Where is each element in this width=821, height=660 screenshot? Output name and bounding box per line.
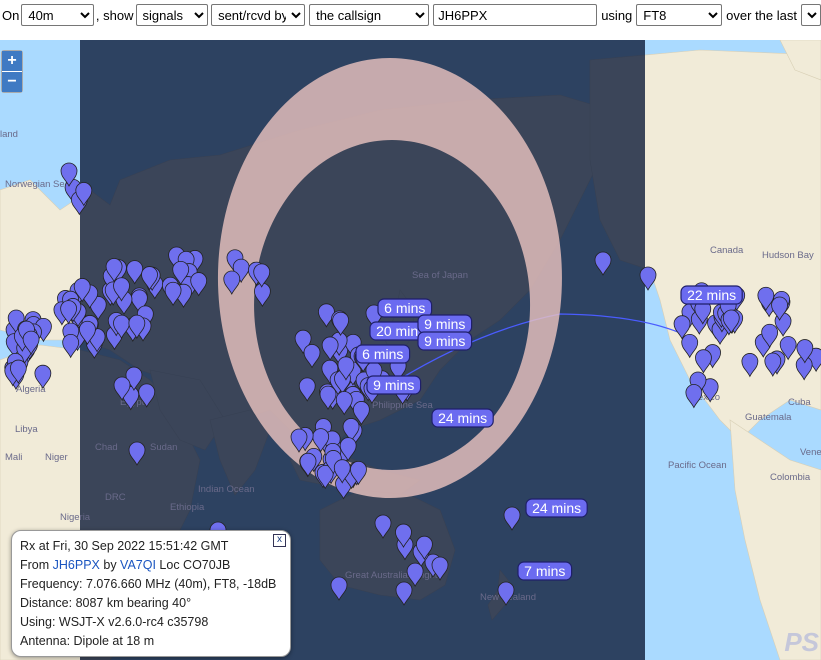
place-label: Mali: [5, 452, 22, 463]
lag-badge-text: 6 mins: [362, 346, 403, 362]
place-label: Chad: [95, 442, 118, 453]
lag-badge[interactable]: 9 mins: [417, 314, 473, 334]
from-line: From JH6PPX by VA7QI Loc CO70JB: [20, 558, 230, 572]
lag-badge[interactable]: 6 mins: [377, 298, 433, 318]
toolbar: On 40m , show signals sent/rcvd by the c…: [0, 0, 821, 30]
place-label: Hudson Bay: [762, 250, 814, 261]
watermark-logo: PS: [784, 627, 819, 657]
zoom-in-button[interactable]: +: [2, 51, 22, 72]
direction-select[interactable]: sent/rcvd by: [211, 4, 306, 26]
frequency-line: Frequency: 7.076.660 MHz (40m), FT8, -18…: [20, 577, 277, 591]
over-label: over the last: [726, 7, 797, 23]
antenna-line: Antenna: Dipole at 18 m: [20, 634, 155, 648]
place-label: Ethiopia: [170, 502, 205, 513]
rx-time: Rx at Fri, 30 Sep 2022 15:51:42 GMT: [20, 539, 229, 553]
place-label: Colombia: [770, 472, 811, 483]
lag-badge[interactable]: 9 mins: [417, 331, 473, 351]
locator-text: Loc CO70JB: [155, 558, 231, 572]
close-icon[interactable]: x: [273, 534, 286, 547]
by-callsign-link[interactable]: VA7QI: [120, 558, 156, 572]
info-popup: x Rx at Fri, 30 Sep 2022 15:51:42 GMT Fr…: [11, 530, 291, 657]
distance-line: Distance: 8087 km bearing 40°: [20, 596, 192, 610]
place-label: Nigeria: [60, 512, 91, 523]
place-label: Guatemala: [745, 412, 792, 423]
place-label: Norwegian Sea: [5, 179, 71, 190]
lag-badge-text: 7 mins: [524, 563, 565, 579]
lag-badge-text: 9 mins: [373, 377, 414, 393]
place-label: Niger: [45, 452, 68, 463]
place-label: Venezuela: [800, 447, 821, 458]
place-label: Cuba: [788, 397, 811, 408]
lag-badge-text: 22 mins: [687, 287, 736, 303]
on-label: On: [2, 7, 20, 23]
show-select[interactable]: signals: [135, 4, 209, 26]
using-label: using: [601, 7, 633, 23]
place-label: Pacific Ocean: [668, 460, 727, 471]
lag-badge[interactable]: 7 mins: [517, 561, 573, 581]
lag-badge[interactable]: 24 mins: [431, 408, 494, 428]
lag-badge-text: 9 mins: [424, 316, 465, 332]
zoom-control: + −: [1, 50, 23, 93]
place-label: Sudan: [150, 442, 177, 453]
zoom-out-button[interactable]: −: [2, 72, 22, 92]
place-label: DRC: [105, 492, 126, 503]
target-select[interactable]: the callsign: [309, 4, 430, 26]
software-line: Using: WSJT-X v2.6.0-rc4 c35798: [20, 615, 209, 629]
lag-badge[interactable]: 9 mins: [366, 375, 422, 395]
place-label: Indian Ocean: [198, 484, 255, 495]
place-label: Sea of Japan: [412, 270, 468, 281]
band-select[interactable]: 40m: [21, 4, 94, 26]
lag-badge-text: 24 mins: [438, 410, 487, 426]
show-label: , show: [95, 7, 134, 23]
period-select[interactable]: [801, 4, 821, 26]
lag-badge-text: 24 mins: [532, 500, 581, 516]
from-callsign-link[interactable]: JH6PPX: [53, 558, 100, 572]
lag-badge[interactable]: 22 mins: [680, 285, 743, 305]
lag-badge[interactable]: 6 mins: [355, 344, 411, 364]
from-prefix: From: [20, 558, 53, 572]
mode-select[interactable]: FT8: [636, 4, 723, 26]
lag-badge-text: 9 mins: [424, 333, 465, 349]
place-label: land: [0, 129, 18, 140]
by-text: by: [99, 558, 121, 572]
station-marker[interactable]: [685, 384, 703, 409]
lag-badge[interactable]: 24 mins: [525, 498, 588, 518]
place-label: Canada: [710, 245, 744, 256]
lag-badge-text: 6 mins: [384, 300, 425, 316]
callsign-input[interactable]: [433, 4, 598, 26]
place-label: Great Australian Bight: [345, 570, 438, 581]
place-label: Libya: [15, 424, 38, 435]
